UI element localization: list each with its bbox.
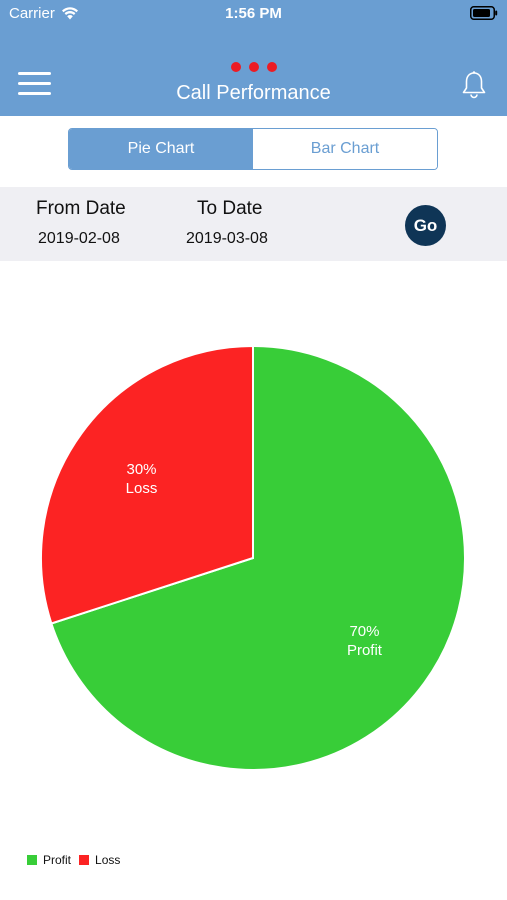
chart-type-segmented-control: Pie Chart Bar Chart bbox=[68, 128, 438, 170]
date-filter-bar: From Date 2019-02-08 To Date 2019-03-08 … bbox=[0, 187, 507, 261]
pie-chart: 70% Profit 30% Loss bbox=[40, 344, 466, 771]
from-date-value[interactable]: 2019-02-08 bbox=[38, 230, 120, 248]
dot bbox=[266, 62, 277, 72]
legend-swatch bbox=[79, 855, 90, 865]
bell-icon[interactable] bbox=[461, 70, 487, 100]
tab-pie-chart[interactable]: Pie Chart bbox=[69, 129, 253, 169]
from-date-label: From Date bbox=[36, 198, 126, 219]
slice-name-label: Profit bbox=[347, 642, 383, 659]
tab-bar-chart[interactable]: Bar Chart bbox=[253, 129, 437, 169]
app-header: Carrier 1:56 PM Call Performance bbox=[0, 0, 507, 116]
dot bbox=[248, 62, 259, 72]
chart-legend: Profit Loss bbox=[27, 853, 120, 867]
status-time: 1:56 PM bbox=[225, 5, 282, 22]
to-date-label: To Date bbox=[197, 198, 263, 219]
slice-percent-label: 70% bbox=[349, 623, 379, 640]
dot bbox=[230, 62, 241, 72]
battery-icon bbox=[470, 6, 498, 20]
legend-item-loss: Loss bbox=[79, 853, 120, 867]
legend-label: Loss bbox=[95, 853, 121, 867]
legend-swatch bbox=[27, 855, 37, 865]
go-button[interactable]: Go bbox=[405, 205, 446, 246]
legend-item-profit: Profit bbox=[27, 853, 71, 867]
legend-label: Profit bbox=[43, 853, 72, 867]
slice-name-label: Loss bbox=[126, 480, 158, 497]
slice-percent-label: 30% bbox=[127, 461, 157, 478]
to-date-value[interactable]: 2019-03-08 bbox=[186, 230, 268, 248]
page-title: Call Performance bbox=[176, 82, 331, 104]
call-performance-screen: Carrier 1:56 PM Call Performance Pie Cha… bbox=[0, 0, 507, 900]
page-indicator-dots bbox=[0, 62, 507, 72]
